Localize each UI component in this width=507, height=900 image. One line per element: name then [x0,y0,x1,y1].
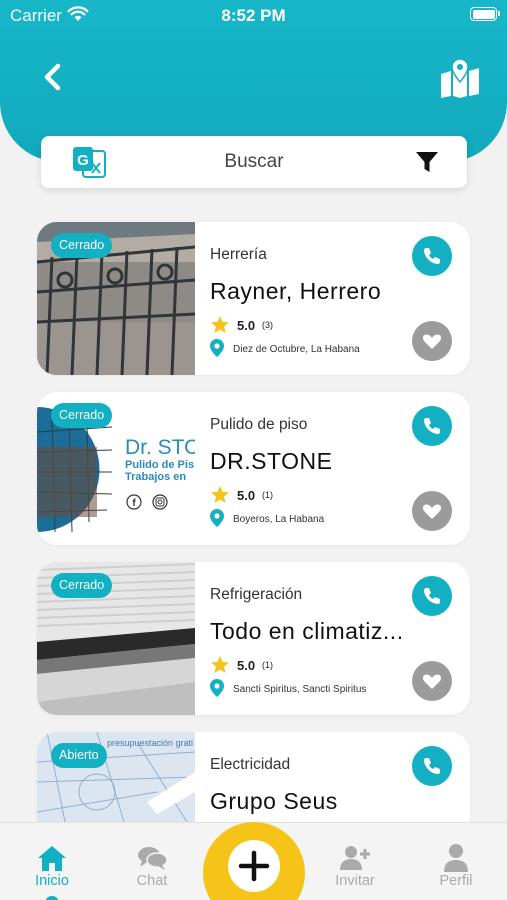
star-icon [211,316,229,333]
listing-title: Todo en climatiz... [210,618,404,644]
status-bar: Carrier 8:52 PM [0,0,507,30]
review-count: (1) [262,490,273,500]
tab-invitar[interactable]: Invitar [315,823,395,900]
heart-icon [422,334,442,349]
status-badge: Cerrado [51,233,113,258]
phone-icon [424,588,440,604]
listing-image: Cerrado [37,562,195,715]
listing-title: Rayner, Herrero [210,278,382,304]
phone-icon [424,418,440,434]
tab-chat[interactable]: Chat [112,823,192,900]
tab-label: Invitar [335,873,375,889]
image-subtitle-2: Trabajos en [125,471,186,483]
listing-category: Pulido de piso [210,416,308,433]
add-user-icon [340,846,370,870]
status-badge: Abierto [51,743,107,768]
status-badge: Cerrado [51,403,113,428]
chat-icon [138,847,168,870]
tab-perfil[interactable]: Perfil [416,823,496,900]
plus-icon [238,850,270,882]
image-caption: presupuestación grati [107,738,193,748]
location-text: Boyeros, La Habana [233,514,325,525]
rating-value: 5.0 [237,488,256,503]
search-label: Buscar [224,151,284,172]
image-brand-name: Dr. STO [125,436,195,459]
phone-icon [424,758,440,774]
active-tab-indicator [45,896,59,900]
location-text: Sancti Spiritus, Sancti Spiritus [233,684,367,695]
star-icon [211,656,229,673]
location-pin-icon [210,509,224,527]
listing-title: Grupo Seus [210,788,338,814]
heart-icon [422,674,442,689]
location-text: Diez de Octubre, La Habana [233,344,360,355]
image-subtitle: Pulido de Pis [125,459,194,471]
tab-inicio[interactable]: Inicio [12,823,92,900]
user-icon [444,844,468,872]
review-count: (1) [262,660,273,670]
call-button[interactable] [412,746,452,786]
search-bar[interactable]: G Buscar [41,136,467,188]
home-icon [38,846,66,871]
map-icon [441,58,479,98]
listing-category: Refrigeración [210,586,303,603]
phone-icon [424,248,440,264]
clock: 8:52 PM [221,6,286,25]
listing-card[interactable]: Dr. STO Pulido de Pis Trabajos en f Cerr… [37,392,470,545]
review-count: (3) [262,320,273,330]
favorite-button[interactable] [412,491,452,531]
back-button[interactable] [38,60,68,94]
location-pin-icon [210,679,224,697]
tab-label: Inicio [35,873,69,889]
filter-icon[interactable] [415,150,439,174]
status-badge: Cerrado [51,573,113,598]
listing-category: Herrería [210,246,267,263]
star-icon [211,486,229,503]
map-button[interactable] [438,58,482,98]
heart-icon [422,504,442,519]
favorite-button[interactable] [412,321,452,361]
call-button[interactable] [412,236,452,276]
rating-value: 5.0 [237,658,256,673]
call-button[interactable] [412,576,452,616]
battery-icon [470,7,500,21]
listing-image: Cerrado [37,222,195,375]
listing-card[interactable]: Cerrado Herrería Rayner, Herrero 5.0 (3)… [37,222,470,375]
listing-title: DR.STONE [210,448,333,474]
listing-image: Dr. STO Pulido de Pis Trabajos en f Cerr… [37,392,195,545]
listing-card[interactable]: Cerrado Refrigeración Todo en climatiz..… [37,562,470,715]
listing-category: Electricidad [210,756,291,773]
tab-label: Chat [136,873,168,889]
favorite-button[interactable] [412,661,452,701]
tab-label: Perfil [439,873,473,889]
call-button[interactable] [412,406,452,446]
location-pin-icon [210,339,224,357]
back-arrow-icon [44,63,61,91]
rating-value: 5.0 [237,318,256,333]
